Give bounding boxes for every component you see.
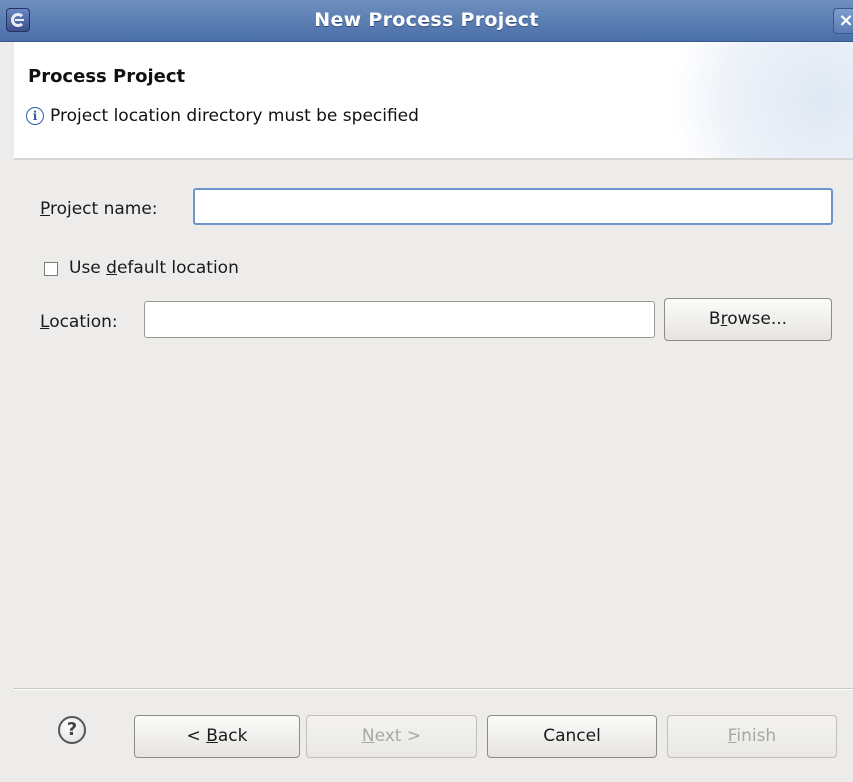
window-title: New Process Project (314, 9, 539, 31)
title-bar: New Process Project × (0, 0, 853, 42)
wizard-header: Process Project i Project location direc… (14, 42, 853, 158)
close-button[interactable]: × (833, 8, 853, 34)
info-icon: i (26, 107, 44, 125)
next-button[interactable]: Next > (306, 715, 477, 758)
project-name-input[interactable] (193, 188, 833, 225)
header-message-text: Project location directory must be speci… (50, 106, 419, 126)
page-title: Process Project (28, 66, 186, 87)
back-button[interactable]: < Back (134, 715, 300, 758)
help-icon[interactable]: ? (58, 716, 86, 744)
browse-button[interactable]: Browse... (664, 298, 832, 341)
footer-separator (14, 688, 853, 690)
finish-button[interactable]: Finish (667, 715, 837, 758)
use-default-location-label[interactable]: Use default location (69, 258, 239, 278)
use-default-location-checkbox[interactable] (44, 262, 58, 276)
location-label: Location: (40, 312, 118, 332)
location-input[interactable] (144, 301, 655, 338)
header-message: i Project location directory must be spe… (26, 106, 419, 126)
header-banner-graphic (653, 42, 853, 158)
header-divider (14, 158, 853, 160)
cancel-button[interactable]: Cancel (487, 715, 657, 758)
project-name-label: Project name: (40, 199, 158, 219)
